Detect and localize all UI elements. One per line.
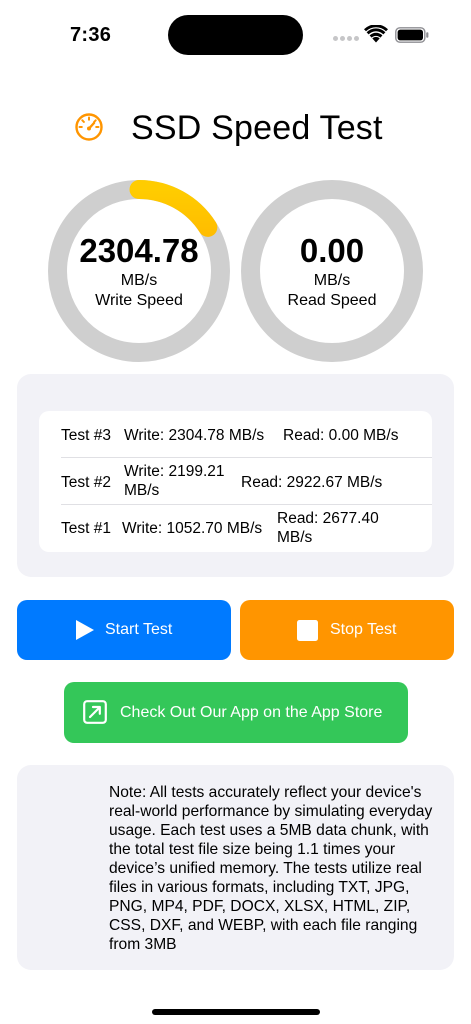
home-indicator[interactable] <box>152 1009 320 1015</box>
result-write-speed: Write: 2199.21 MB/s <box>124 463 225 499</box>
result-row-test-1: Test #1 Write: 1052.70 MB/s Read: 2677.4… <box>39 505 432 552</box>
write-gauge-ring <box>48 180 230 362</box>
start-test-label: Start Test <box>105 621 173 638</box>
stop-test-label: Stop Test <box>330 621 397 638</box>
battery-icon <box>395 27 429 43</box>
header: SSD Speed Test <box>0 108 471 150</box>
result-write-speed: Write: 1052.70 MB/s <box>122 520 263 537</box>
read-speed-gauge: 0.00 MB/s Read Speed <box>241 180 423 362</box>
result-read-speed: Read: 2922.67 MB/s <box>241 474 383 491</box>
write-speed-gauge: 2304.78 MB/s Write Speed <box>48 180 230 362</box>
cellular-signal-icon <box>333 36 359 42</box>
page-title: SSD Speed Test <box>131 109 383 147</box>
read-speed-unit: MB/s <box>313 272 351 289</box>
read-speed-value: 0.00 <box>299 232 365 269</box>
write-speed-value: 2304.78 <box>79 232 199 269</box>
result-read-speed: Read: 2677.40 MB/s <box>277 510 379 546</box>
write-speed-label: Write Speed <box>95 292 183 309</box>
wifi-icon <box>364 25 388 43</box>
result-read-speed: Read: 0.00 MB/s <box>283 427 399 444</box>
result-test-name: Test #1 <box>61 520 111 537</box>
app-store-button[interactable]: Check Out Our App on the App Store <box>64 682 408 743</box>
start-test-button[interactable]: Start Test <box>17 600 231 660</box>
stop-test-button[interactable]: Stop Test <box>240 600 454 660</box>
play-icon <box>76 620 94 640</box>
result-write-speed: Write: 2304.78 MB/s <box>124 427 265 444</box>
result-test-name: Test #3 <box>61 427 111 444</box>
result-row-test-3: Test #3 Write: 2304.78 MB/s Read: 0.00 M… <box>39 411 432 458</box>
stop-icon <box>297 620 318 641</box>
dynamic-island <box>168 15 303 55</box>
write-speed-unit: MB/s <box>120 272 158 289</box>
note-panel[interactable]: Note: All tests accurately reflect your … <box>17 765 454 970</box>
result-test-name: Test #2 <box>61 474 111 491</box>
external-link-icon <box>83 700 107 724</box>
status-bar: 7:36 <box>0 0 471 70</box>
result-row-test-2: Test #2 Write: 2199.21 MB/s Read: 2922.6… <box>39 458 432 505</box>
speedometer-icon <box>75 113 103 141</box>
results-list[interactable]: Test #3 Write: 2304.78 MB/s Read: 0.00 M… <box>39 411 432 552</box>
read-speed-label: Read Speed <box>287 292 377 309</box>
status-time: 7:36 <box>70 24 112 46</box>
app-store-label: Check Out Our App on the App Store <box>120 704 383 721</box>
read-gauge-ring <box>241 180 423 362</box>
read-gauge-track <box>241 180 423 362</box>
note-text: Note: All tests accurately reflect your … <box>109 784 433 953</box>
